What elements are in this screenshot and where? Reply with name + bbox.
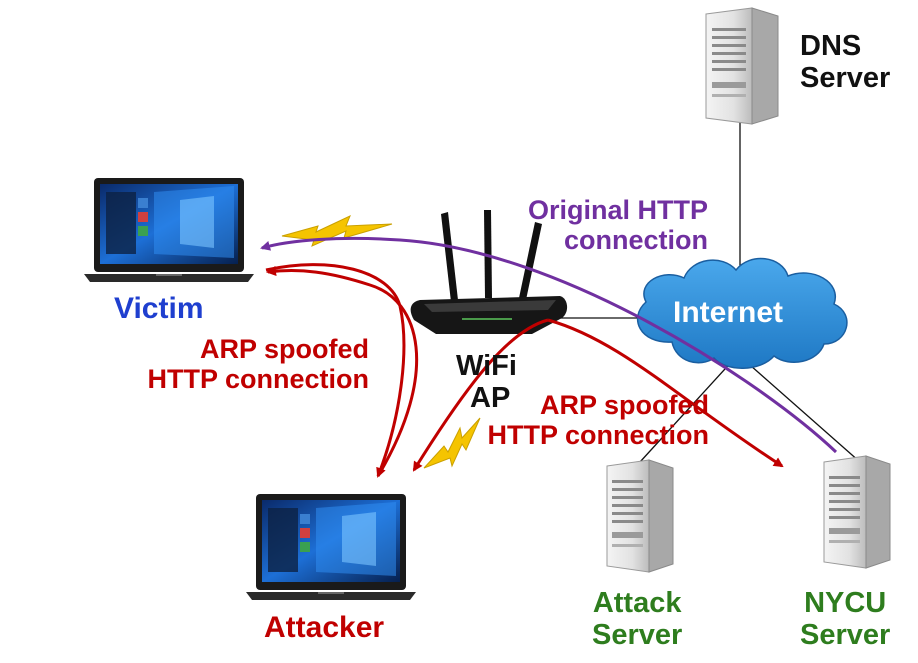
dns-server-label-line1: DNS — [800, 30, 862, 62]
arp-spoofed-server-label-line2: HTTP connection — [487, 420, 710, 451]
wifi-ap-label-line1: WiFi — [456, 350, 517, 382]
link-internet-nycu-server — [741, 357, 861, 463]
network-diagram — [84, 7, 891, 600]
arp-spoofed-server-label-line1: ARP spoofed — [540, 390, 710, 420]
victim-label: Victim — [114, 292, 204, 326]
arp-spoofed-victim-label-line2: HTTP connection — [147, 364, 370, 395]
nycu-server-label-line2: Server — [800, 619, 891, 652]
arp-spoofed-server-label: ARP spoofed HTTP connection — [484, 390, 710, 451]
victim-label-text: Victim — [114, 292, 204, 325]
nycu-server-label-line1: NYCU — [804, 587, 887, 619]
original-http-label: Original HTTP connection — [528, 195, 708, 255]
attacker-label-text: Attacker — [264, 611, 385, 644]
arp-spoofed-victim-label-line1: ARP spoofed — [200, 334, 370, 364]
nycu-server-icon — [823, 455, 891, 569]
attack-server-icon — [606, 459, 674, 573]
victim-laptop-icon — [84, 178, 254, 282]
attack-server-label: Attack Server — [592, 587, 682, 652]
attack-server-label-line2: Server — [592, 619, 683, 652]
original-http-label-line2: connection — [564, 225, 709, 256]
nycu-server-label: NYCU Server — [800, 587, 890, 652]
attacker-laptop-icon — [246, 494, 416, 600]
dns-server-icon — [705, 7, 779, 125]
dns-server-label-line2: Server — [800, 62, 891, 95]
internet-label: Internet — [673, 296, 783, 330]
internet-label-text: Internet — [673, 296, 784, 329]
dns-server-label: DNS Server — [800, 30, 890, 95]
attacker-label: Attacker — [264, 611, 384, 645]
arp-spoofed-victim-label: ARP spoofed HTTP connection — [142, 334, 370, 395]
attack-server-label-line1: Attack — [592, 587, 682, 619]
original-http-label-line1: Original HTTP — [528, 195, 709, 225]
